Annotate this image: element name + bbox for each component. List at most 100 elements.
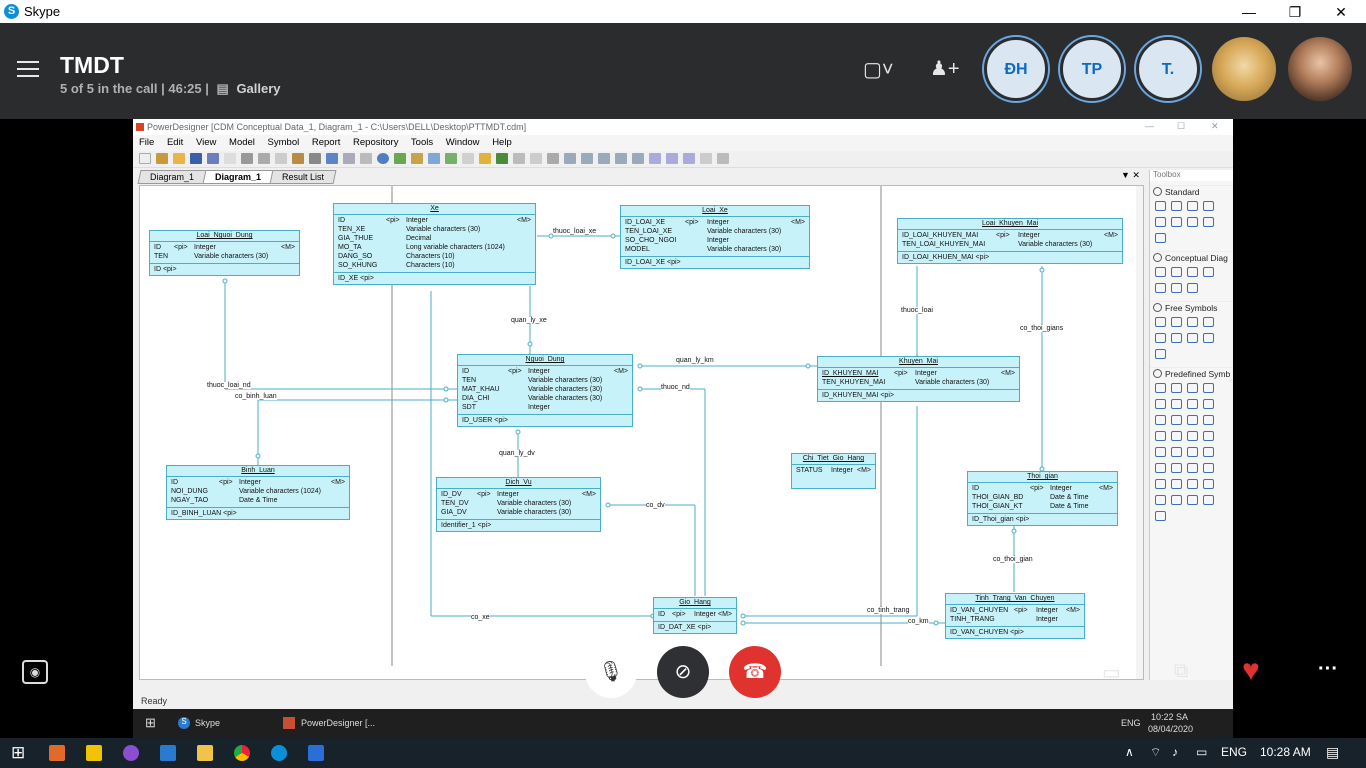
menu-file[interactable]: File [139, 137, 154, 148]
canvas-vertical-scrollbar[interactable] [1136, 186, 1143, 679]
add-participant-icon[interactable]: ♟+ [930, 56, 960, 81]
entity-xe[interactable]: Xe ID <pi> Integer <M> TEN_XE Variable chara… [333, 203, 536, 285]
properties-icon[interactable] [360, 153, 372, 164]
entity-binh-luan[interactable]: Binh_Luan ID <pi> Integer <M> NOI_DUNG Varia… [166, 465, 350, 520]
notifications-icon[interactable]: ▤ [1326, 744, 1339, 761]
relation-label[interactable]: co_tinh_trang [867, 607, 910, 614]
undo-icon[interactable] [326, 153, 338, 164]
participant-avatar-dog[interactable] [1212, 37, 1276, 101]
toolbox-section-predefined[interactable]: Predefined Symb [1150, 367, 1233, 379]
entity-loai-khuyen-mai[interactable]: Loai_Khuyen_Mai ID_LOAI_KHUYEN_MAI <pi> In… [897, 218, 1123, 264]
screenshot-icon[interactable]: ◉ [22, 660, 48, 684]
chat-icon[interactable]: ▭ [1102, 660, 1121, 685]
toolbox-section-free-symbols[interactable]: Free Symbols [1150, 301, 1233, 313]
entity-dich-vu[interactable]: Dich_Vu ID_DV <pi> Integer <M> TEN_DV Variab… [436, 477, 601, 532]
folder-icon[interactable] [173, 153, 185, 164]
menu-tools[interactable]: Tools [411, 137, 433, 148]
text-color-icon[interactable] [496, 153, 508, 164]
powerdesigner-taskbar-icon[interactable] [283, 717, 295, 729]
zoom-1-icon[interactable] [649, 153, 661, 164]
print-preview-icon[interactable] [224, 153, 236, 164]
entity-khuyen-mai[interactable]: Khuyen_Mai ID_KHUYEN_MAI <pi> Integer <M> T… [817, 356, 1020, 402]
relation-label[interactable]: co_km [908, 618, 929, 625]
entity-tinh-trang-van-chuyen[interactable]: Tinh_Trang_Van_Chuyen ID_VAN_CHUYEN <pi> I… [945, 593, 1085, 639]
toolbox-section-standard[interactable]: Standard [1150, 185, 1233, 197]
windows-start-icon[interactable]: ⊞ [11, 743, 25, 763]
more-options-icon[interactable]: ··· [1318, 658, 1338, 681]
toolbox-section-conceptual[interactable]: Conceptual Diag [1150, 251, 1233, 263]
delete-icon[interactable] [309, 153, 321, 164]
new-icon[interactable] [139, 153, 151, 164]
menu-window[interactable]: Window [446, 137, 480, 148]
save-icon[interactable] [190, 153, 202, 164]
layout-1-icon[interactable] [564, 153, 576, 164]
clock[interactable]: 10:28 AM [1260, 745, 1311, 759]
layout-3-icon[interactable] [598, 153, 610, 164]
menu-symbol[interactable]: Symbol [268, 137, 300, 148]
grid-icon[interactable] [462, 153, 474, 164]
check-model-icon[interactable] [428, 153, 440, 164]
relation-label[interactable]: thuoc_loai [901, 307, 933, 314]
app-icon-office[interactable] [49, 745, 65, 761]
participant-avatar[interactable]: TP [1060, 37, 1124, 101]
align-icon[interactable] [513, 153, 525, 164]
pd-minimize-icon[interactable]: — [1145, 121, 1154, 131]
skype-taskbar-label[interactable]: Skype [195, 718, 220, 728]
find-icon[interactable] [700, 153, 712, 164]
print-icon[interactable] [241, 153, 253, 164]
tab-list-icon[interactable]: ▼ ✕ [1121, 170, 1140, 181]
model-icon[interactable] [394, 153, 406, 164]
tab-result-list[interactable]: Result List [269, 170, 337, 184]
screen-layout-icon[interactable]: ▢˅ [863, 57, 894, 82]
windows-start-icon[interactable]: ⊞ [145, 715, 156, 731]
zoom-3-icon[interactable] [683, 153, 695, 164]
entity-loai-nguoi-dung[interactable]: Loai_Nguoi_Dung ID <pi> Integer <M> TEN Vari… [149, 230, 300, 276]
mail-icon[interactable] [160, 745, 176, 761]
entity-loai-xe[interactable]: Loai_Xe ID_LOAI_XE <pi> Integer <M> TEN_LOA… [620, 205, 810, 269]
copy-icon[interactable] [275, 153, 287, 164]
entity-nguoi-dung[interactable]: Nguoi_Dung ID <pi> Integer <M> TEN Variable … [457, 354, 633, 427]
toolbox-conceptual-tools[interactable] [1150, 263, 1233, 297]
toolbox-predefined-tools[interactable] [1150, 379, 1233, 525]
menu-model[interactable]: Model [229, 137, 255, 148]
participant-avatar[interactable]: T. [1136, 37, 1200, 101]
pd-maximize-icon[interactable]: ☐ [1177, 121, 1185, 132]
menu-help[interactable]: Help [492, 137, 512, 148]
relation-label[interactable]: co_xe [471, 614, 490, 621]
participant-avatar-photo[interactable] [1288, 37, 1352, 101]
battery-icon[interactable]: ▭ [1196, 745, 1207, 759]
toolbox-free-symbol-tools[interactable] [1150, 313, 1233, 363]
app-icon-purple[interactable] [123, 745, 139, 761]
layout-5-icon[interactable] [632, 153, 644, 164]
end-call-button[interactable]: ☎ [729, 646, 781, 698]
relation-label[interactable]: co_dv [646, 502, 665, 509]
pd-close-icon[interactable]: ✕ [1211, 121, 1219, 132]
line-style-icon[interactable] [530, 153, 542, 164]
tray-chevron-icon[interactable]: ∧ [1125, 745, 1134, 759]
skype-icon[interactable] [271, 745, 287, 761]
layout-2-icon[interactable] [581, 153, 593, 164]
impact-icon[interactable] [717, 153, 729, 164]
cut-icon[interactable] [258, 153, 270, 164]
sticky-notes-icon[interactable] [86, 745, 102, 761]
menu-repository[interactable]: Repository [353, 137, 398, 148]
entity-thoi-gian[interactable]: Thoi_gian ID <pi> Integer <M> THOI_GIAN_BD D… [967, 471, 1118, 526]
relation-label[interactable]: thuoc_loai_nd [207, 382, 251, 389]
browser-icon[interactable] [377, 153, 389, 164]
package-icon[interactable] [411, 153, 423, 164]
share-screen-icon[interactable]: ⧉ [1174, 660, 1188, 683]
close-button[interactable]: ✕ [1318, 1, 1364, 23]
participant-avatar[interactable]: ĐH [984, 37, 1048, 101]
maximize-button[interactable]: ❐ [1272, 1, 1318, 23]
layout-4-icon[interactable] [615, 153, 627, 164]
zoom-2-icon[interactable] [666, 153, 678, 164]
brush-icon[interactable] [479, 153, 491, 164]
relation-label[interactable]: quan_ly_xe [511, 317, 547, 324]
tab-diagram-1[interactable]: Diagram_1 [137, 170, 207, 184]
relation-label[interactable]: quan_ly_dv [499, 450, 535, 457]
redo-icon[interactable] [343, 153, 355, 164]
skype-taskbar-icon[interactable]: S [178, 717, 190, 729]
file-explorer-icon[interactable] [197, 745, 213, 761]
relation-label[interactable]: co_thoi_gians [1020, 325, 1064, 332]
heart-reaction-icon[interactable]: ♥ [1242, 654, 1260, 688]
